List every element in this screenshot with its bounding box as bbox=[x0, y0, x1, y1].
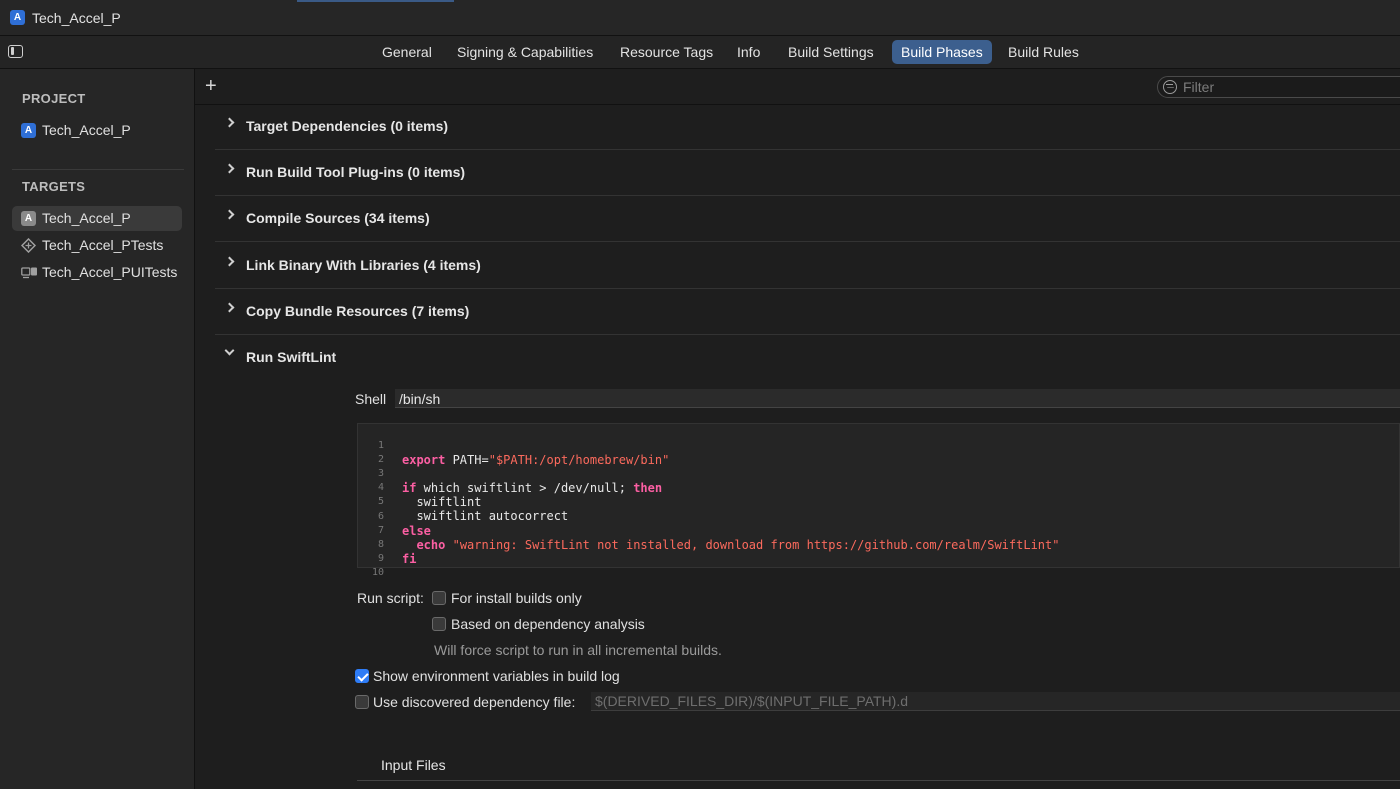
phases-toolbar: + bbox=[195, 69, 1400, 105]
tab-info[interactable]: Info bbox=[728, 40, 769, 64]
project-heading: PROJECT bbox=[22, 91, 86, 106]
script-editor[interactable]: 1 export PATH="$PATH:/opt/homebrew/bin" … bbox=[357, 423, 1400, 578]
sidebar-item-target-tests[interactable]: Tech_Accel_PTests bbox=[12, 233, 182, 258]
phase-title: Target Dependencies (0 items) bbox=[246, 118, 449, 134]
chevron-right-icon bbox=[224, 302, 235, 313]
sidebar-item-label: Tech_Accel_PTests bbox=[42, 237, 164, 253]
chevron-right-icon bbox=[224, 117, 235, 128]
unit-test-target-icon bbox=[21, 238, 36, 253]
phase-run-swiftlint[interactable]: Run SwiftLint bbox=[215, 335, 1400, 381]
window-title: Tech_Accel_P bbox=[32, 10, 121, 26]
chevron-right-icon bbox=[224, 209, 235, 220]
dependency-analysis-checkbox[interactable] bbox=[432, 617, 446, 631]
phase-link-binary[interactable]: Link Binary With Libraries (4 items) bbox=[215, 243, 1400, 289]
input-files-heading: Input Files bbox=[381, 757, 446, 773]
install-builds-only-label: For install builds only bbox=[451, 590, 582, 606]
add-phase-button[interactable]: + bbox=[205, 75, 217, 97]
code-line: 5 swiftlint autocorrect bbox=[358, 481, 1398, 523]
sidebar-divider bbox=[12, 169, 184, 170]
tab-build-rules[interactable]: Build Rules bbox=[999, 40, 1088, 64]
phase-title: Copy Bundle Resources (7 items) bbox=[246, 303, 470, 319]
app-target-icon bbox=[21, 211, 36, 226]
project-navigator-sidebar: PROJECT Tech_Accel_P TARGETS Tech_Accel_… bbox=[0, 69, 195, 789]
tab-build-settings[interactable]: Build Settings bbox=[779, 40, 883, 64]
tab-build-phases[interactable]: Build Phases bbox=[892, 40, 992, 64]
chevron-right-icon bbox=[224, 256, 235, 267]
window-titlebar: Tech_Accel_P bbox=[0, 0, 1400, 36]
phase-run-build-tool-plugins[interactable]: Run Build Tool Plug-ins (0 items) bbox=[215, 150, 1400, 196]
filter-icon bbox=[1163, 80, 1177, 94]
code-line: 10 bbox=[358, 552, 1398, 578]
dependency-file-input[interactable] bbox=[595, 693, 1375, 709]
sidebar-item-label: Tech_Accel_P bbox=[42, 210, 131, 226]
run-script-label: Run script: bbox=[357, 590, 424, 606]
filter-input[interactable] bbox=[1183, 79, 1400, 95]
code-line: 3 if which swiftlint > /dev/null; then bbox=[358, 453, 1398, 495]
code-line: 7 echo "warning: SwiftLint not installed… bbox=[358, 510, 1398, 552]
code-line: 4 swiftlint bbox=[358, 467, 1398, 509]
use-dep-file-checkbox[interactable] bbox=[355, 695, 369, 709]
filter-field[interactable] bbox=[1157, 76, 1400, 98]
build-phases-editor: + Target Dependencies (0 items) Run Buil… bbox=[195, 69, 1400, 789]
tab-resource-tags[interactable]: Resource Tags bbox=[611, 40, 722, 64]
sidebar-item-project[interactable]: Tech_Accel_P bbox=[12, 118, 182, 143]
code-line: 2 bbox=[358, 439, 1398, 465]
shell-value: /bin/sh bbox=[399, 391, 441, 407]
code-line: 1 export PATH="$PATH:/opt/homebrew/bin" bbox=[358, 425, 1398, 467]
code-line: 8 fi bbox=[358, 524, 1398, 566]
dependency-file-field[interactable] bbox=[591, 692, 1400, 711]
code-line: 6 else bbox=[358, 496, 1398, 538]
dependency-analysis-hint: Will force script to run in all incremen… bbox=[434, 642, 722, 658]
sidebar-item-target-app[interactable]: Tech_Accel_P bbox=[12, 206, 182, 231]
dependency-analysis-label: Based on dependency analysis bbox=[451, 616, 645, 632]
phase-copy-bundle-resources[interactable]: Copy Bundle Resources (7 items) bbox=[215, 289, 1400, 335]
chevron-right-icon bbox=[224, 163, 235, 174]
project-app-icon bbox=[10, 10, 25, 25]
xcode-project-icon bbox=[21, 123, 36, 138]
phase-target-dependencies[interactable]: Target Dependencies (0 items) bbox=[215, 104, 1400, 150]
titlebar-accent bbox=[297, 0, 454, 2]
show-env-vars-checkbox[interactable] bbox=[355, 669, 369, 683]
line-number: 10 bbox=[371, 567, 384, 578]
code-line: 9 bbox=[358, 538, 1398, 564]
sidebar-toggle-icon[interactable] bbox=[8, 45, 23, 58]
tab-signing-capabilities[interactable]: Signing & Capabilities bbox=[448, 40, 602, 64]
input-files-section: Input Files bbox=[357, 745, 1400, 781]
show-env-vars-label: Show environment variables in build log bbox=[373, 668, 620, 684]
shell-field[interactable]: /bin/sh bbox=[395, 389, 1400, 408]
sidebar-item-target-uitests[interactable]: Tech_Accel_PUITests bbox=[12, 260, 182, 285]
shell-label: Shell bbox=[355, 391, 387, 407]
chevron-down-icon bbox=[224, 345, 235, 356]
phase-title: Link Binary With Libraries (4 items) bbox=[246, 257, 481, 273]
phase-title: Run Build Tool Plug-ins (0 items) bbox=[246, 164, 466, 180]
tab-general[interactable]: General bbox=[373, 40, 441, 64]
use-dep-file-label: Use discovered dependency file: bbox=[373, 694, 576, 710]
install-builds-only-checkbox[interactable] bbox=[432, 591, 446, 605]
phase-compile-sources[interactable]: Compile Sources (34 items) bbox=[215, 196, 1400, 242]
editor-tab-bar: General Signing & Capabilities Resource … bbox=[0, 36, 1400, 69]
phase-title: Compile Sources (34 items) bbox=[246, 210, 430, 226]
phase-title: Run SwiftLint bbox=[246, 349, 337, 365]
targets-heading: TARGETS bbox=[22, 179, 86, 194]
ui-test-target-icon bbox=[21, 267, 37, 279]
sidebar-item-label: Tech_Accel_P bbox=[42, 122, 131, 138]
sidebar-item-label: Tech_Accel_PUITests bbox=[42, 264, 178, 280]
